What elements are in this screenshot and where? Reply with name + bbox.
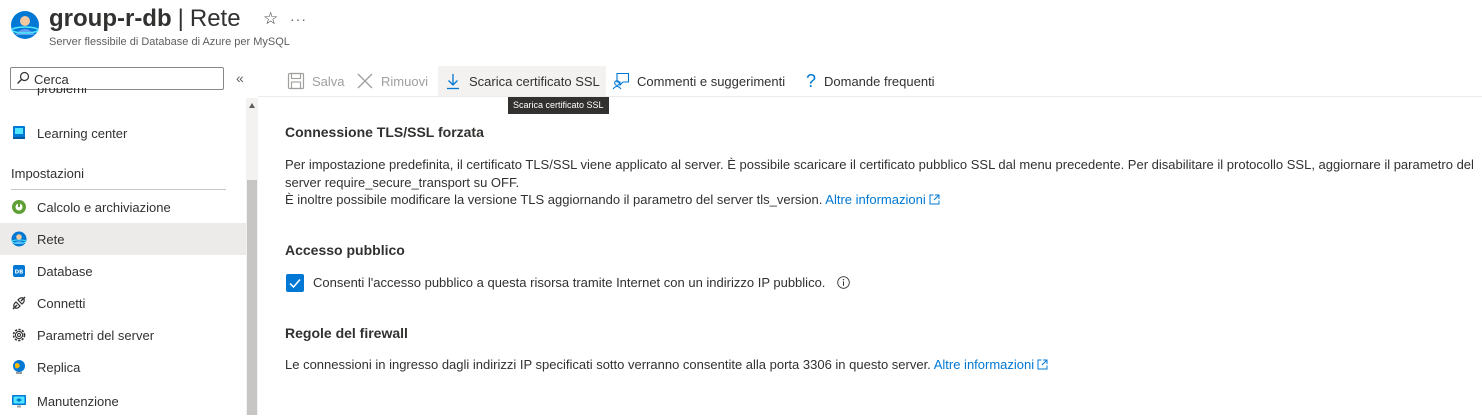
sidebar-item-label: Rete <box>37 232 65 247</box>
link-label: Altre informazioni <box>825 192 926 207</box>
public-access-section-title: Accesso pubblico <box>285 242 405 258</box>
learning-center-icon <box>13 126 25 139</box>
download-icon <box>447 74 459 90</box>
save-icon <box>287 72 305 90</box>
discard-button[interactable]: Rimuovi <box>356 66 428 96</box>
sidebar-item-server-parameters[interactable]: Parametri del server <box>0 319 246 351</box>
sidebar-item-label: Replica <box>37 360 81 375</box>
sidebar-item-compute-storage[interactable]: Calcolo e archiviazione <box>0 191 246 223</box>
public-access-checkbox-label: Consenti l'accesso pubblico a questa ris… <box>313 275 826 290</box>
sidebar-scrollbar-thumb[interactable] <box>247 180 257 415</box>
collapse-sidebar-icon[interactable]: « <box>236 70 244 86</box>
save-button[interactable]: Salva <box>287 66 345 96</box>
sidebar-item-database[interactable]: DB Database <box>0 255 246 287</box>
tls-description-line-1: Per impostazione predefinita, il certifi… <box>285 157 1474 172</box>
replica-globe-icon <box>13 360 25 374</box>
info-icon[interactable] <box>837 276 850 289</box>
faq-button[interactable]: ? Domande frequenti <box>805 66 935 96</box>
search-icon <box>17 71 30 84</box>
maintenance-icon <box>12 395 26 408</box>
save-button-label: Salva <box>312 73 345 89</box>
download-ssl-certificate-label: Scarica certificato SSL <box>469 73 600 89</box>
sidebar-item-maintenance[interactable]: Manutenzione <box>0 385 246 417</box>
sidebar-item-label: Learning center <box>37 126 128 141</box>
firewall-section-title: Regole del firewall <box>285 325 408 341</box>
external-link-icon <box>929 194 940 205</box>
section-divider <box>11 189 226 190</box>
firewall-text: Le connessioni in ingresso dagli indiriz… <box>285 357 931 372</box>
gear-icon <box>12 328 26 342</box>
compute-storage-icon <box>12 200 26 214</box>
sidebar-item-label: Manutenzione <box>37 394 119 409</box>
svg-text:DB: DB <box>15 270 24 276</box>
resource-type-subtitle: Server flessibile di Database di Azure p… <box>49 36 290 48</box>
blade-name: Rete <box>189 5 241 32</box>
search-input[interactable]: Cerca <box>10 67 224 90</box>
more-options-icon[interactable]: ··· <box>290 9 307 29</box>
favorite-star-icon[interactable]: ☆ <box>263 9 278 29</box>
network-icon <box>11 231 27 247</box>
sidebar-item-replica[interactable]: Replica <box>0 351 246 383</box>
tls-section-title: Connessione TLS/SSL forzata <box>285 124 484 140</box>
firewall-description: Le connessioni in ingresso dagli indiriz… <box>285 357 1048 373</box>
faq-label: Domande frequenti <box>824 73 935 89</box>
database-icon: DB <box>13 265 25 277</box>
feedback-icon <box>612 72 630 90</box>
search-input-value: Cerca <box>34 72 69 87</box>
scroll-up-arrow-icon[interactable] <box>249 103 255 108</box>
public-access-checkbox[interactable] <box>286 274 304 292</box>
tls-learn-more-link[interactable]: Altre informazioni <box>825 192 940 207</box>
title-separator: | <box>177 5 184 32</box>
connect-plug-icon <box>12 296 26 310</box>
feedback-label: Commenti e suggerimenti <box>637 73 786 89</box>
tls-description-line-2: server require_secure_transport su OFF. <box>285 175 520 190</box>
resource-name: group-r-db <box>49 5 172 32</box>
sidebar-item-label: Calcolo e archiviazione <box>37 200 171 215</box>
sidebar-item-label: Parametri del server <box>37 328 155 343</box>
sidebar-item-label: Database <box>37 264 93 279</box>
question-mark-icon: ? <box>805 71 816 91</box>
external-link-icon <box>1037 359 1048 370</box>
tls-description-line-3: È inoltre possibile modificare la versio… <box>285 192 940 208</box>
mysql-network-resource-icon <box>11 11 39 39</box>
firewall-learn-more-link[interactable]: Altre informazioni <box>934 357 1048 372</box>
sidebar-item-connect[interactable]: Connetti <box>0 287 246 319</box>
close-icon <box>357 73 373 89</box>
sidebar-item-problems-partial[interactable]: problemi <box>37 88 237 102</box>
link-label: Altre informazioni <box>933 357 1035 372</box>
download-ssl-certificate-button[interactable]: Scarica certificato SSL <box>438 66 606 96</box>
feedback-button[interactable]: Commenti e suggerimenti <box>612 66 785 96</box>
checkmark-icon <box>289 279 301 289</box>
sidebar-item-network[interactable]: Rete <box>0 223 246 255</box>
sidebar-item-learning-center[interactable]: Learning center <box>0 117 246 149</box>
sidebar-item-label: Connetti <box>37 296 86 311</box>
download-ssl-tooltip: Scarica certificato SSL <box>508 97 609 114</box>
settings-section-heading: Impostazioni <box>11 166 84 181</box>
toolbar-divider <box>258 96 1482 97</box>
tls-version-text: È inoltre possibile modificare la versio… <box>285 192 823 207</box>
page-title: group-r-db | Rete <box>49 4 241 34</box>
discard-button-label: Rimuovi <box>381 73 428 89</box>
